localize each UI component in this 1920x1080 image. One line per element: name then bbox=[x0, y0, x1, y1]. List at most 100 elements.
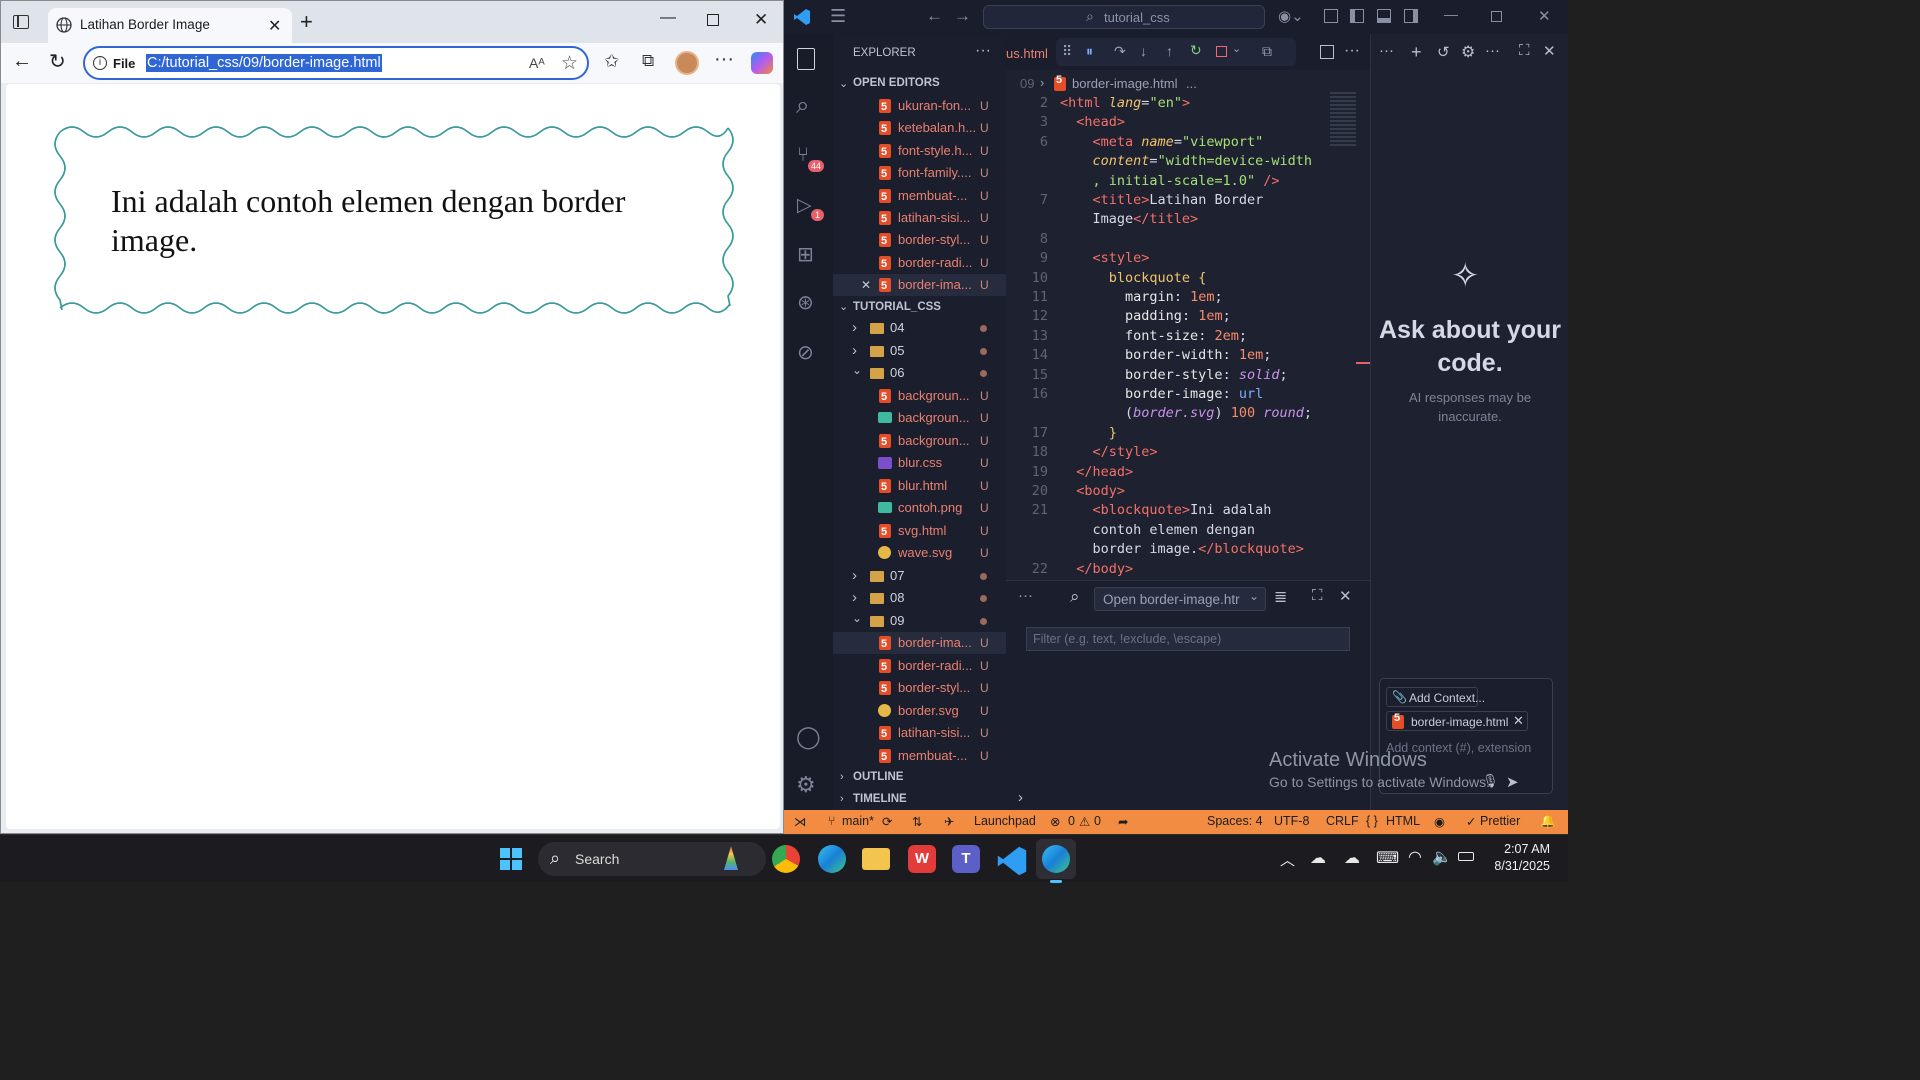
folder-item[interactable]: › 07 bbox=[833, 565, 1006, 587]
toggle-sidebar-icon[interactable] bbox=[1350, 9, 1364, 23]
file-item[interactable]: contoh.png U bbox=[833, 497, 1006, 519]
code-editor[interactable]: us.html ⠿ ⏸ ↷ ↓ ↑ ↻ ⌄ ⧉ ··· 09 › border-… bbox=[1006, 34, 1370, 580]
file-item[interactable]: blur.css U bbox=[833, 452, 1006, 474]
copilot-icon[interactable] bbox=[751, 52, 773, 74]
open-editor-item[interactable]: ketebalan.h...U bbox=[833, 117, 1006, 139]
file-explorer-icon[interactable] bbox=[862, 848, 890, 870]
explorer-icon[interactable] bbox=[797, 48, 815, 70]
code-line[interactable]: 11 margin: 1em; bbox=[1006, 287, 1370, 307]
profile-avatar[interactable] bbox=[675, 51, 699, 75]
code-line[interactable]: 16 border-image: url bbox=[1006, 384, 1370, 404]
warning-icon[interactable]: ⚠ bbox=[1079, 814, 1090, 829]
timeline-header[interactable]: TIMELINE bbox=[853, 793, 907, 805]
language-mode[interactable]: HTML bbox=[1386, 814, 1420, 828]
open-editors-header[interactable]: OPEN EDITORS bbox=[853, 77, 940, 89]
close-editor-icon[interactable]: ✕ bbox=[861, 274, 871, 296]
file-item[interactable]: border-ima... U bbox=[833, 632, 1006, 654]
maximize-chat-icon[interactable]: ⛶ bbox=[1519, 42, 1530, 59]
folder-item[interactable]: ⌄ 06 bbox=[833, 362, 1006, 384]
breadcrumb-file[interactable]: border-image.html bbox=[1072, 76, 1178, 91]
context-file-chip[interactable]: border-image.html ✕ bbox=[1386, 711, 1528, 731]
settings-gear-icon[interactable]: ⚙ bbox=[796, 772, 816, 798]
open-editor-item[interactable]: border-styl... U bbox=[833, 229, 1006, 251]
project-header[interactable]: TUTORIAL_CSS bbox=[853, 301, 941, 313]
windows-start-icon[interactable] bbox=[500, 848, 522, 870]
vscode-taskbar-icon[interactable] bbox=[996, 845, 1028, 877]
vs-minimize-icon[interactable]: — bbox=[1444, 6, 1458, 22]
code-line[interactable]: 3 <head> bbox=[1006, 112, 1370, 132]
more-menu-icon[interactable]: ··· bbox=[714, 48, 734, 71]
open-editor-item[interactable]: ukuran-fon... U bbox=[833, 95, 1006, 117]
copilot-status-icon[interactable]: ◉ bbox=[1434, 814, 1445, 829]
chat-overflow-icon[interactable]: ··· bbox=[1485, 42, 1500, 59]
open-editor-item[interactable]: membuat-... U bbox=[833, 185, 1006, 207]
code-line[interactable]: , initial-scale=1.0" /> bbox=[1006, 171, 1370, 191]
folder-item[interactable]: › 05 bbox=[833, 340, 1006, 362]
code-line[interactable]: 17 } bbox=[1006, 423, 1370, 443]
tab-actions-icon[interactable] bbox=[13, 15, 29, 29]
close-chat-icon[interactable]: ✕ bbox=[1543, 42, 1556, 60]
accounts-icon[interactable]: ◯ bbox=[796, 724, 821, 750]
history-icon[interactable]: ↺ bbox=[1437, 43, 1450, 61]
maximize-icon[interactable] bbox=[707, 14, 719, 26]
code-line[interactable]: 14 border-width: 1em; bbox=[1006, 345, 1370, 365]
minimize-icon[interactable]: — bbox=[660, 9, 676, 27]
file-item[interactable]: backgroun... U bbox=[833, 385, 1006, 407]
step-over-icon[interactable]: ↷ bbox=[1114, 43, 1126, 60]
chevron-down-icon[interactable]: ⌄ bbox=[1232, 42, 1241, 55]
branch-name[interactable]: main* bbox=[842, 814, 874, 828]
chevron-right-icon[interactable]: › bbox=[840, 771, 844, 783]
filter-input[interactable]: Filter (e.g. text, !exclude, \escape) bbox=[1026, 627, 1350, 651]
code-line[interactable]: 7 <title>Latihan Border bbox=[1006, 190, 1370, 210]
close-window-icon[interactable]: ✕ bbox=[754, 10, 768, 30]
output-channel-select[interactable]: Open border-image.htr ⌄ bbox=[1094, 587, 1266, 611]
folder-item[interactable]: › 04 bbox=[833, 317, 1006, 339]
chat-settings-icon[interactable]: ⚙ bbox=[1461, 42, 1475, 62]
folder-item[interactable]: ⌄ 09 bbox=[833, 610, 1006, 632]
step-out-icon[interactable]: ↑ bbox=[1166, 43, 1173, 59]
info-icon[interactable]: i bbox=[93, 56, 107, 70]
add-context-button[interactable]: 📎 Add Context... bbox=[1386, 687, 1485, 707]
file-item[interactable]: border-radi... U bbox=[833, 655, 1006, 677]
file-item[interactable]: svg.html U bbox=[833, 520, 1006, 542]
browser-tab-active[interactable]: Latihan Border Image ✕ bbox=[48, 8, 292, 43]
stop-icon[interactable] bbox=[1216, 46, 1227, 57]
nav-back-icon[interactable]: ← bbox=[926, 6, 943, 26]
panel-more-icon[interactable]: ··· bbox=[1018, 587, 1033, 604]
chrome-icon[interactable] bbox=[772, 845, 800, 873]
wifi-icon[interactable]: ◠ bbox=[1408, 847, 1422, 867]
drag-handle-icon[interactable]: ⠿ bbox=[1062, 43, 1072, 60]
code-line[interactable]: 21 <blockquote>Ini adalah bbox=[1006, 500, 1370, 520]
indentation[interactable]: Spaces: 4 bbox=[1207, 814, 1263, 828]
search-view-icon[interactable]: ⌕ bbox=[796, 92, 809, 120]
file-item[interactable]: membuat-... U bbox=[833, 745, 1006, 767]
vs-close-icon[interactable]: ✕ bbox=[1538, 7, 1551, 25]
refresh-icon[interactable]: ↻ bbox=[49, 49, 66, 74]
code-line[interactable]: 18 </style> bbox=[1006, 442, 1370, 462]
chevron-right-icon[interactable]: › bbox=[1018, 789, 1023, 806]
code-line[interactable]: border image.</blockquote> bbox=[1006, 539, 1370, 559]
code-line[interactable]: 8 bbox=[1006, 229, 1370, 249]
error-count[interactable]: 0 bbox=[1068, 814, 1075, 828]
editor-more-icon[interactable]: ··· bbox=[1344, 42, 1360, 60]
remote-icon[interactable]: ⋊ bbox=[794, 814, 807, 829]
remote-explorer-icon[interactable]: ⊘ bbox=[797, 340, 814, 365]
edge-icon[interactable] bbox=[818, 845, 846, 873]
open-editor-item[interactable]: font-family.... U bbox=[833, 162, 1006, 184]
file-item[interactable]: latihan-sisi... U bbox=[833, 722, 1006, 744]
new-chat-icon[interactable]: + bbox=[1411, 42, 1422, 63]
favorites-icon[interactable]: ✩ bbox=[604, 51, 619, 72]
code-line[interactable]: content="width=device-width bbox=[1006, 151, 1370, 171]
file-item[interactable]: border-styl... U bbox=[833, 677, 1006, 699]
code-line[interactable]: 10 blockquote { bbox=[1006, 268, 1370, 288]
open-editor-item[interactable]: border-radi... U bbox=[833, 252, 1006, 274]
split-editor-icon[interactable] bbox=[1320, 45, 1334, 59]
search-icon[interactable]: ⌕ bbox=[1070, 587, 1080, 607]
line-ending[interactable]: CRLF bbox=[1326, 814, 1359, 828]
read-aloud-icon[interactable]: Aᴬ bbox=[529, 55, 545, 71]
onedrive-icon[interactable]: ☁ bbox=[1310, 848, 1326, 868]
launchpad-icon[interactable]: ✈ bbox=[944, 814, 954, 829]
teams-icon[interactable]: T bbox=[952, 845, 980, 873]
explorer-more-icon[interactable]: ··· bbox=[975, 42, 991, 60]
editor-tab[interactable]: us.html bbox=[1006, 46, 1048, 61]
